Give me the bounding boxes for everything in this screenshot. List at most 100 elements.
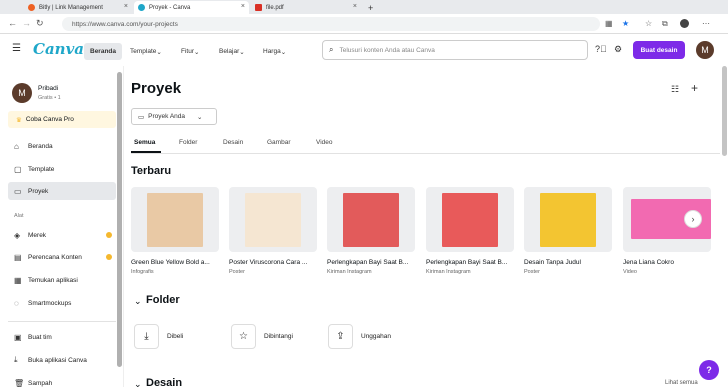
upload-icon: ⇪: [328, 323, 353, 349]
chevron-down-icon[interactable]: ⌄: [134, 379, 142, 387]
search-icon: ⌕: [329, 45, 334, 54]
nav-belajar[interactable]: Belajar ⌄: [213, 43, 251, 60]
avatar[interactable]: M: [696, 41, 714, 59]
back-icon[interactable]: ←: [8, 18, 17, 28]
design-name[interactable]: Poster Viruscorona Cara ...: [229, 259, 317, 266]
design-thumbnail: [245, 193, 301, 247]
brand-icon: ◈: [14, 230, 21, 240]
scroll-right-button[interactable]: ›: [684, 210, 702, 228]
extensions-icon[interactable]: ▦: [605, 19, 613, 28]
sidebar-item-perencana[interactable]: ▤ Perencana Konten: [8, 248, 116, 266]
divider: [131, 153, 720, 154]
sidebar-item-download-app[interactable]: ⤓ Buka aplikasi Canva: [8, 351, 116, 369]
design-type: Poster: [229, 269, 245, 275]
canva-favicon-icon: [138, 4, 145, 11]
profile-icon[interactable]: [680, 19, 689, 28]
design-section-title: Desain: [146, 377, 183, 387]
canva-logo[interactable]: Canva: [33, 40, 84, 58]
chevron-down-icon: ⌄: [239, 48, 245, 56]
folder-icon: ▭: [138, 113, 145, 121]
url-field[interactable]: https://www.canva.com/your-projects: [62, 17, 600, 31]
browser-tab-pdf[interactable]: file.pdf ×: [251, 1, 361, 14]
browser-tab-canva[interactable]: Proyek - Canva ×: [134, 1, 249, 14]
design-card[interactable]: [426, 187, 514, 252]
design-name[interactable]: Perlengkapan Bayi Saat B...: [426, 259, 514, 266]
more-menu-icon[interactable]: ⋯: [702, 19, 710, 28]
user-plan: Gratis • 1: [38, 95, 61, 101]
search-placeholder: Telusuri konten Anda atau Canva: [339, 46, 435, 54]
tab-folder[interactable]: Folder: [179, 139, 197, 146]
folder-dibintangi[interactable]: ☆ Dibintangi: [231, 322, 319, 350]
design-name[interactable]: Desain Tanpa Judul: [524, 259, 612, 266]
tab-semua[interactable]: Semua: [134, 139, 155, 146]
address-bar-row: ← → ↻ https://www.canva.com/your-project…: [0, 14, 728, 34]
collections-icon[interactable]: ☆: [645, 19, 652, 28]
forward-icon[interactable]: →: [22, 18, 31, 28]
canva-header: ☰ Canva Beranda Template ⌄ Fitur ⌄ Belaj…: [0, 35, 728, 66]
design-card[interactable]: [327, 187, 415, 252]
template-icon: ▢: [14, 164, 22, 174]
folder-section-title: Folder: [146, 294, 180, 306]
sidebar-item-smartmockups[interactable]: ◌ Smartmockups: [8, 294, 116, 312]
create-design-button[interactable]: Buat desain: [633, 41, 685, 59]
sidebar-item-apps[interactable]: ▦ Temukan aplikasi: [8, 271, 116, 289]
folder-unggahan[interactable]: ⇪ Unggahan: [328, 322, 416, 350]
help-button[interactable]: ?: [699, 360, 719, 380]
collections-add-icon[interactable]: ⧉: [662, 19, 668, 29]
design-type: Poster: [524, 269, 540, 275]
try-pro-button[interactable]: ♛ Coba Canva Pro: [8, 111, 116, 128]
nav-harga[interactable]: Harga ⌄: [257, 43, 292, 60]
design-thumbnail: [540, 193, 596, 247]
folder-dibeli[interactable]: ⤓ Dibeli: [134, 322, 222, 350]
chevron-down-icon: ⌄: [197, 113, 203, 121]
close-tab-icon[interactable]: ×: [353, 3, 357, 10]
design-name[interactable]: Jena Liana Cokro: [623, 259, 711, 266]
design-name[interactable]: Green Blue Yellow Bold a...: [131, 259, 219, 266]
trash-icon: 🗑: [14, 378, 25, 387]
sidebar-item-sampah[interactable]: 🗑 Sampah: [8, 374, 116, 387]
see-all-link[interactable]: Lihat semua: [665, 380, 698, 386]
nav-fitur[interactable]: Fitur ⌄: [175, 43, 205, 60]
purchased-icon: ⤓: [134, 323, 159, 349]
search-input[interactable]: ⌕ Telusuri konten Anda atau Canva: [322, 40, 588, 60]
bitly-favicon-icon: [28, 4, 35, 11]
chevron-down-icon: ⌄: [280, 48, 287, 56]
team-icon: ▣: [14, 332, 22, 342]
design-card[interactable]: [229, 187, 317, 252]
gear-icon[interactable]: ⚙: [614, 44, 622, 55]
main-scrollbar[interactable]: [722, 66, 727, 156]
sidebar-scrollbar[interactable]: [117, 72, 122, 367]
project-filter-dropdown[interactable]: ▭ Proyek Anda ⌄: [131, 108, 217, 125]
tab-video[interactable]: Video: [316, 139, 333, 146]
design-card[interactable]: [131, 187, 219, 252]
add-icon[interactable]: +: [691, 81, 698, 95]
help-circle-icon[interactable]: ?⃝: [595, 44, 607, 54]
chevron-down-icon: ⌄: [156, 48, 162, 56]
design-name[interactable]: Perlengkapan Bayi Saat B...: [327, 259, 415, 266]
chevron-down-icon[interactable]: ⌄: [134, 296, 142, 307]
sidebar-item-beranda[interactable]: ⌂ Beranda: [8, 137, 116, 155]
sidebar-item-merek[interactable]: ◈ Merek: [8, 226, 116, 244]
design-card[interactable]: [524, 187, 612, 252]
nav-beranda[interactable]: Beranda: [84, 43, 123, 60]
chevron-down-icon: ⌄: [194, 48, 200, 56]
nav-template[interactable]: Template ⌄: [124, 43, 168, 60]
apps-icon: ▦: [14, 275, 22, 285]
list-view-icon[interactable]: ☷: [671, 84, 679, 95]
sidebar-item-buat-tim[interactable]: ▣ Buat tim: [8, 328, 116, 346]
tab-gambar[interactable]: Gambar: [267, 139, 290, 146]
close-tab-icon[interactable]: ×: [241, 3, 245, 10]
sidebar-item-proyek[interactable]: ▭ Proyek: [8, 182, 116, 200]
sidebar-item-template[interactable]: ▢ Template: [8, 160, 116, 178]
menu-icon[interactable]: ☰: [12, 43, 21, 54]
close-tab-icon[interactable]: ×: [124, 3, 128, 10]
browser-tab-bitly[interactable]: Bitly | Link Management ×: [24, 1, 132, 14]
favorite-star-icon[interactable]: ★: [622, 19, 629, 28]
new-tab-button[interactable]: +: [364, 1, 373, 14]
tab-desain[interactable]: Desain: [223, 139, 243, 146]
folder-icon: ▭: [14, 186, 22, 196]
sidebar-avatar[interactable]: M: [12, 83, 32, 103]
refresh-icon[interactable]: ↻: [36, 18, 44, 29]
design-type: Video: [623, 269, 637, 275]
browser-tabbar: Bitly | Link Management × Proyek - Canva ×…: [0, 0, 728, 14]
